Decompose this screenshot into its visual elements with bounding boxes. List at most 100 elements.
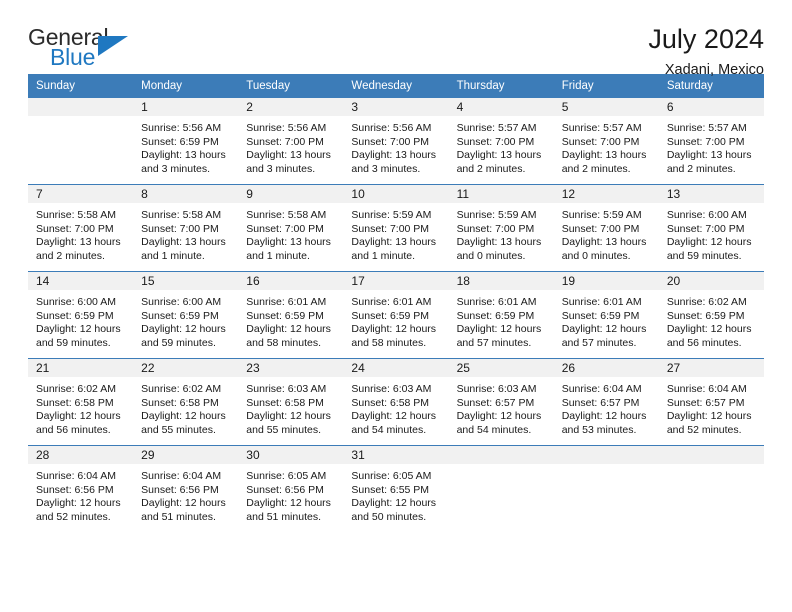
day-number: 21 [28,359,134,377]
day-cell[interactable]: 27 Sunrise: 6:04 AM Sunset: 6:57 PM Dayl… [658,358,764,446]
day-details: Sunrise: 5:58 AM Sunset: 7:00 PM Dayligh… [28,203,133,271]
day-number [448,446,554,464]
sunset-text: Sunset: 6:57 PM [666,396,745,409]
day-cell[interactable]: 1 Sunrise: 5:56 AM Sunset: 6:59 PM Dayli… [133,98,239,185]
daylight-text-cont: and 2 minutes. [666,162,736,175]
brand-logo[interactable]: General Blue [28,24,140,74]
daylight-text: Daylight: 12 hours [141,497,226,510]
daylight-text: Daylight: 12 hours [141,323,226,336]
month-calendar: Sunday Monday Tuesday Wednesday Thursday… [28,74,764,532]
day-details: Sunrise: 5:57 AM Sunset: 7:00 PM Dayligh… [554,116,659,184]
daylight-text: Daylight: 13 hours [561,236,647,249]
day-cell[interactable]: 12 Sunrise: 5:59 AM Sunset: 7:00 PM Dayl… [553,184,659,272]
sunset-text: Sunset: 7:00 PM [666,222,745,235]
day-cell[interactable]: 28 Sunrise: 6:04 AM Sunset: 6:56 PM Dayl… [28,445,134,532]
sunset-text: Sunset: 7:00 PM [561,222,640,235]
daylight-text: Daylight: 13 hours [456,236,542,249]
sunrise-text: Sunrise: 6:04 AM [561,383,642,395]
day-cell[interactable]: 24 Sunrise: 6:03 AM Sunset: 6:58 PM Dayl… [343,358,449,446]
daylight-text: Daylight: 12 hours [666,410,752,423]
sunrise-text: Sunrise: 6:02 AM [36,383,116,395]
sunrise-text: Sunrise: 6:04 AM [141,470,222,482]
day-details: Sunrise: 6:02 AM Sunset: 6:58 PM Dayligh… [28,377,133,445]
day-cell[interactable] [28,98,134,185]
day-cell[interactable]: 20 Sunrise: 6:02 AM Sunset: 6:59 PM Dayl… [658,271,764,359]
day-cell[interactable]: 25 Sunrise: 6:03 AM Sunset: 6:57 PM Dayl… [448,358,554,446]
sunrise-text: Sunrise: 6:02 AM [141,383,222,395]
sunset-text: Sunset: 6:57 PM [561,396,640,409]
sunrise-text: Sunrise: 5:57 AM [456,122,537,134]
day-number: 18 [448,272,554,290]
daylight-text-cont: and 57 minutes. [456,336,532,349]
day-cell[interactable]: 30 Sunrise: 6:05 AM Sunset: 6:56 PM Dayl… [238,445,344,532]
weekday-header-monday: Monday [133,74,239,98]
day-cell[interactable]: 21 Sunrise: 6:02 AM Sunset: 6:58 PM Dayl… [28,358,134,446]
daylight-text: Daylight: 12 hours [561,323,647,336]
daylight-text: Daylight: 13 hours [246,149,331,162]
day-number: 22 [133,359,239,377]
day-cell[interactable]: 14 Sunrise: 6:00 AM Sunset: 6:59 PM Dayl… [28,271,134,359]
daylight-text-cont: and 3 minutes. [246,162,316,175]
sunset-text: Sunset: 7:00 PM [141,222,219,235]
day-details [28,116,133,184]
day-cell[interactable]: 16 Sunrise: 6:01 AM Sunset: 6:59 PM Dayl… [238,271,344,359]
daylight-text: Daylight: 13 hours [36,236,121,249]
day-cell[interactable]: 3 Sunrise: 5:56 AM Sunset: 7:00 PM Dayli… [343,98,449,185]
day-cell[interactable]: 13 Sunrise: 6:00 AM Sunset: 7:00 PM Dayl… [658,184,764,272]
day-cell[interactable]: 2 Sunrise: 5:56 AM Sunset: 7:00 PM Dayli… [238,98,344,185]
day-cell[interactable]: 22 Sunrise: 6:02 AM Sunset: 6:58 PM Dayl… [133,358,239,446]
daylight-text: Daylight: 12 hours [456,410,542,423]
day-cell[interactable] [553,445,659,532]
sunrise-text: Sunrise: 6:00 AM [36,296,116,308]
daylight-text-cont: and 3 minutes. [141,162,211,175]
day-number: 6 [658,98,764,116]
day-cell[interactable] [448,445,554,532]
day-cell[interactable]: 18 Sunrise: 6:01 AM Sunset: 6:59 PM Dayl… [448,271,554,359]
day-cell[interactable]: 6 Sunrise: 5:57 AM Sunset: 7:00 PM Dayli… [658,98,764,185]
weekday-header-wednesday: Wednesday [343,74,449,98]
day-details: Sunrise: 6:03 AM Sunset: 6:58 PM Dayligh… [238,377,343,445]
calendar-page: General Blue July 2024 Xadani, Mexico Su… [0,0,792,612]
day-number [658,446,764,464]
sunset-text: Sunset: 6:56 PM [36,483,114,496]
day-cell[interactable]: 9 Sunrise: 5:58 AM Sunset: 7:00 PM Dayli… [238,184,344,272]
day-details [659,464,764,532]
day-cell[interactable]: 15 Sunrise: 6:00 AM Sunset: 6:59 PM Dayl… [133,271,239,359]
day-cell[interactable]: 11 Sunrise: 5:59 AM Sunset: 7:00 PM Dayl… [448,184,554,272]
day-cell[interactable]: 5 Sunrise: 5:57 AM Sunset: 7:00 PM Dayli… [553,98,659,185]
day-cell[interactable]: 17 Sunrise: 6:01 AM Sunset: 6:59 PM Dayl… [343,271,449,359]
sunrise-text: Sunrise: 6:01 AM [456,296,537,308]
day-cell[interactable]: 4 Sunrise: 5:57 AM Sunset: 7:00 PM Dayli… [448,98,554,185]
day-cell[interactable]: 7 Sunrise: 5:58 AM Sunset: 7:00 PM Dayli… [28,184,134,272]
day-details: Sunrise: 5:58 AM Sunset: 7:00 PM Dayligh… [133,203,238,271]
sunset-text: Sunset: 7:00 PM [666,135,745,148]
sunset-text: Sunset: 6:59 PM [666,309,745,322]
day-details [554,464,659,532]
daylight-text: Daylight: 13 hours [456,149,542,162]
sunrise-text: Sunrise: 5:59 AM [561,209,642,221]
day-cell[interactable]: 8 Sunrise: 5:58 AM Sunset: 7:00 PM Dayli… [133,184,239,272]
daylight-text: Daylight: 13 hours [351,149,437,162]
day-number: 1 [133,98,239,116]
brand-triangle-icon [98,36,128,56]
sunset-text: Sunset: 6:58 PM [246,396,324,409]
day-cell[interactable]: 29 Sunrise: 6:04 AM Sunset: 6:56 PM Dayl… [133,445,239,532]
day-cell[interactable] [658,445,764,532]
sunrise-text: Sunrise: 5:56 AM [351,122,432,134]
sunset-text: Sunset: 6:59 PM [141,309,219,322]
day-number: 10 [343,185,449,203]
daylight-text-cont: and 52 minutes. [36,510,111,523]
day-details: Sunrise: 6:03 AM Sunset: 6:57 PM Dayligh… [449,377,554,445]
day-cell[interactable]: 26 Sunrise: 6:04 AM Sunset: 6:57 PM Dayl… [553,358,659,446]
day-cell[interactable]: 23 Sunrise: 6:03 AM Sunset: 6:58 PM Dayl… [238,358,344,446]
sunrise-text: Sunrise: 5:57 AM [561,122,642,134]
day-cell[interactable]: 19 Sunrise: 6:01 AM Sunset: 6:59 PM Dayl… [553,271,659,359]
day-number: 27 [658,359,764,377]
day-number: 4 [448,98,554,116]
daylight-text: Daylight: 12 hours [141,410,226,423]
sunset-text: Sunset: 7:00 PM [456,222,535,235]
day-cell[interactable]: 10 Sunrise: 5:59 AM Sunset: 7:00 PM Dayl… [343,184,449,272]
daylight-text: Daylight: 12 hours [351,410,437,423]
day-details: Sunrise: 5:59 AM Sunset: 7:00 PM Dayligh… [449,203,554,271]
day-cell[interactable]: 31 Sunrise: 6:05 AM Sunset: 6:55 PM Dayl… [343,445,449,532]
